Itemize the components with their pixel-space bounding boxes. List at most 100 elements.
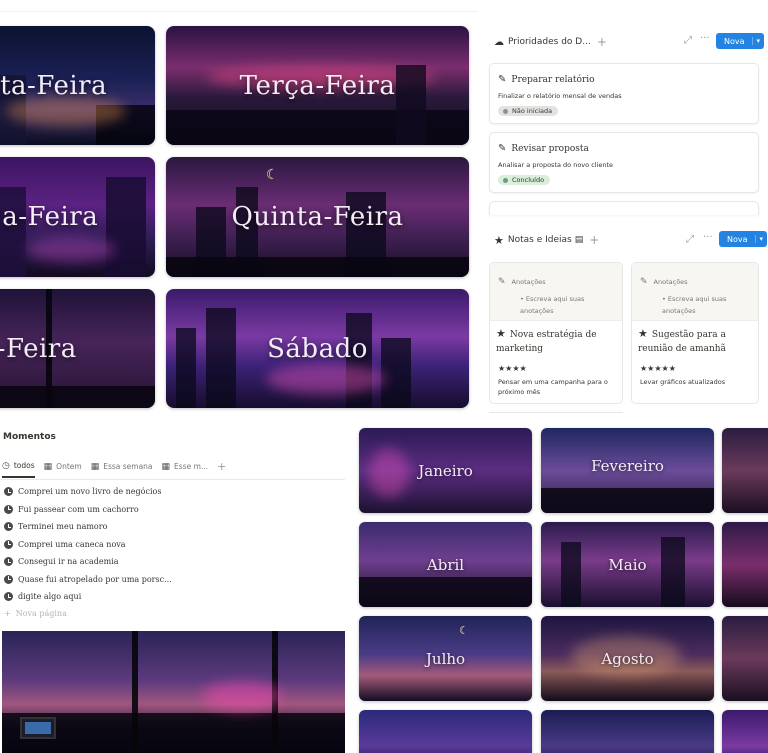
new-page-label: Nova página — [15, 609, 67, 618]
month-label: Janeiro — [418, 461, 473, 480]
moments-list: Comprei um novo livro de negócios Fui pa… — [4, 483, 172, 606]
month-card-setembro-partial[interactable] — [722, 616, 768, 701]
month-card-janeiro[interactable]: Janeiro — [359, 428, 532, 513]
preview-bullet: Escreva aqui suas anotações — [662, 295, 727, 315]
add-tab-button[interactable]: + — [217, 460, 226, 478]
tab-label: Essa semana — [103, 462, 153, 471]
weekday-card-quinta[interactable]: ☾ Quinta-Feira — [166, 157, 469, 277]
star-icon: ★ — [638, 327, 648, 340]
month-card-abril[interactable]: Abril — [359, 522, 532, 607]
month-card-agosto[interactable]: Agosto — [541, 616, 714, 701]
more-options-icon[interactable]: ··· — [700, 33, 710, 44]
tab-ontem[interactable]: ▦ Ontem — [44, 462, 82, 477]
list-item-label: Comprei um novo livro de negócios — [18, 487, 162, 497]
note-title: Sugestão para a reunião de amanhã — [638, 330, 726, 354]
clock-icon — [4, 504, 13, 514]
month-card-maio[interactable]: Maio — [541, 522, 714, 607]
more-options-icon[interactable]: ··· — [703, 232, 713, 243]
status-label: Não iniciada — [512, 107, 553, 115]
plus-icon: + — [4, 609, 11, 618]
list-item-label: Fui passear com um cachorro — [18, 504, 139, 514]
list-item[interactable]: Terminei meu namoro — [4, 518, 172, 536]
month-label: Fevereiro — [591, 457, 664, 476]
month-card-fevereiro[interactable]: Fevereiro — [541, 428, 714, 513]
status-badge: Concluído — [498, 175, 551, 185]
list-item[interactable]: Comprei um novo livro de negócios — [4, 483, 172, 501]
preview-heading: Anotações — [511, 278, 546, 286]
clock-icon — [4, 522, 13, 532]
pencil-icon: ✎ — [498, 143, 507, 154]
list-item[interactable]: Comprei uma caneca nova — [4, 536, 172, 554]
month-card-novembro-partial[interactable] — [541, 710, 714, 753]
weekday-label: ta-Feira — [0, 70, 108, 101]
list-item[interactable]: Quase fui atropelado por uma porsc... — [4, 571, 172, 589]
task-description: Finalizar o relatório mensal de vendas — [498, 92, 622, 100]
tab-label: Esse m... — [174, 462, 209, 471]
expand-icon[interactable]: ⤢ — [686, 234, 694, 245]
notebook-icon: ▤ — [574, 235, 584, 245]
add-view-button[interactable]: + — [597, 35, 607, 49]
weekday-label: -Feira — [0, 333, 77, 364]
tab-todos[interactable]: ◷ todos — [2, 461, 35, 478]
task-card[interactable]: ✎ Revisar proposta Analisar a proposta do… — [489, 132, 759, 193]
note-card[interactable]: ✎ Anotações • Escreva aqui suas anotações… — [631, 262, 759, 404]
month-card-outubro-partial[interactable] — [359, 710, 532, 753]
weekday-label: a-Feira — [2, 202, 99, 232]
new-note-button[interactable]: Nova ▾ — [719, 231, 768, 247]
month-card-marco-partial[interactable] — [722, 428, 768, 513]
month-card-junho-partial[interactable] — [722, 522, 768, 607]
clock-icon — [4, 539, 13, 549]
chevron-down-icon[interactable]: ▾ — [754, 235, 768, 243]
list-item[interactable]: Fui passear com um cachorro — [4, 501, 172, 519]
new-page-button[interactable]: + Nova página — [4, 609, 67, 618]
priorities-header: ☁ Prioridades do D... + — [494, 35, 607, 49]
note-card[interactable]: ✎ Anotações • Escreva aqui suas anotações… — [489, 262, 623, 404]
tab-esse-mes[interactable]: ▦ Esse m... — [162, 462, 209, 477]
list-item[interactable]: digite algo aqui — [4, 588, 172, 606]
priorities-title[interactable]: Prioridades do D... — [508, 37, 591, 47]
month-label: Agosto — [601, 649, 654, 668]
task-title: Revisar proposta — [511, 143, 589, 154]
weekday-card-sexta[interactable]: -Feira — [0, 289, 155, 408]
expand-icon[interactable]: ⤢ — [684, 35, 692, 46]
pencil-icon: ✎ — [498, 277, 506, 287]
add-view-button[interactable]: + — [589, 233, 599, 247]
star-icon: ★ — [494, 233, 504, 247]
notes-title[interactable]: Notas e Ideias — [508, 235, 572, 245]
weekday-card-quarta[interactable]: a-Feira — [0, 157, 155, 277]
weekday-card-sabado[interactable]: Sábado — [166, 289, 469, 408]
weekday-card-terca[interactable]: Terça-Feira — [166, 26, 469, 145]
weekday-label: Sábado — [267, 333, 368, 364]
task-card[interactable]: ✎ Preparar relatório Finalizar o relatóri… — [489, 63, 759, 124]
month-card-dezembro-partial[interactable] — [722, 710, 768, 753]
note-title: Nova estratégia de marketing — [496, 330, 597, 354]
chevron-down-icon[interactable]: ▾ — [751, 37, 765, 45]
preview-heading: Anotações — [653, 278, 688, 286]
task-card-partial[interactable] — [489, 201, 759, 215]
status-badge: Não iniciada — [498, 106, 559, 116]
moments-title: Momentos — [3, 432, 56, 442]
preview-bullet: Escreva aqui suas anotações — [520, 295, 585, 315]
calendar-icon: ▦ — [90, 461, 100, 472]
todo-icon: ☁ — [494, 36, 504, 48]
month-label: Abril — [426, 555, 465, 574]
list-item-label: Consegui ir na academia — [18, 557, 119, 567]
weekday-card-segunda[interactable]: ta-Feira — [0, 26, 155, 145]
note-description: Levar gráficos atualizados — [640, 378, 726, 386]
calendar-icon: ▦ — [43, 461, 53, 472]
new-priority-button[interactable]: Nova ▾ — [716, 33, 765, 49]
moon-icon: ☾ — [266, 167, 279, 183]
cover-image — [2, 631, 345, 753]
list-item-label: Comprei uma caneca nova — [18, 539, 126, 549]
star-icon: ★ — [496, 327, 506, 340]
month-label: Julho — [425, 649, 466, 668]
clock-icon — [4, 557, 13, 567]
list-item[interactable]: Consegui ir na academia — [4, 553, 172, 571]
weekday-label: Terça-Feira — [239, 70, 396, 101]
clock-icon — [4, 592, 13, 602]
list-item-label: Terminei meu namoro — [18, 522, 108, 532]
month-card-julho[interactable]: ☾ Julho — [359, 616, 532, 701]
tab-essa-semana[interactable]: ▦ Essa semana — [91, 462, 153, 477]
moments-tabs: ◷ todos ▦ Ontem ▦ Essa semana ▦ Esse m... + — [2, 460, 235, 478]
tabs-divider — [0, 479, 345, 480]
